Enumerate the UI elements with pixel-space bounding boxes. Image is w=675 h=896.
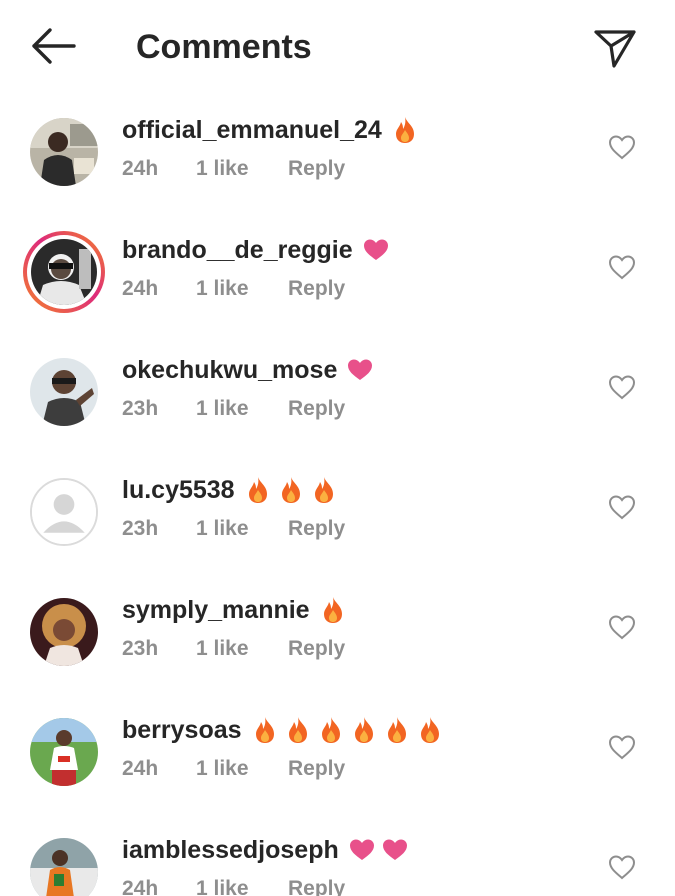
fire-emoji-icon <box>417 716 443 744</box>
comment-time: 24h <box>122 277 159 300</box>
comment-username[interactable]: brando__de_reggie <box>122 232 353 268</box>
heart-outline-icon <box>608 375 636 400</box>
heart-outline-icon <box>608 255 636 280</box>
avatar[interactable] <box>30 718 98 786</box>
fire-emoji-icon <box>384 716 410 744</box>
fire-emoji-icon <box>285 716 311 744</box>
comment-likes[interactable]: 1 like <box>196 154 288 184</box>
page-title: Comments <box>136 28 312 66</box>
comment-time: 24h <box>122 757 159 780</box>
avatar-story[interactable] <box>23 231 105 313</box>
comment-item: lu.cy5538 23h 1 like Reply <box>0 456 675 576</box>
heart-outline-icon <box>608 495 636 520</box>
pink-heart-emoji-icon <box>363 236 389 264</box>
pink-heart-emoji-icon <box>349 836 375 864</box>
fire-emoji-icon <box>252 716 278 744</box>
avatar[interactable] <box>30 838 98 896</box>
comment-username[interactable]: lu.cy5538 <box>122 472 235 508</box>
comment-text <box>349 836 415 864</box>
comment-text <box>252 716 450 744</box>
comment-time: 23h <box>122 397 159 420</box>
fire-emoji-icon <box>311 476 337 504</box>
comment-text <box>392 116 425 144</box>
arrow-left-icon <box>32 28 76 64</box>
fire-emoji-icon <box>318 716 344 744</box>
like-button[interactable] <box>608 734 636 760</box>
comment-likes[interactable]: 1 like <box>196 514 288 544</box>
comment-username[interactable]: official_emmanuel_24 <box>122 112 382 148</box>
heart-outline-icon <box>608 735 636 760</box>
comment-username[interactable]: iamblessedjoseph <box>122 832 339 868</box>
comment-time: 24h <box>122 877 159 896</box>
comment-likes[interactable]: 1 like <box>196 874 288 896</box>
reply-button[interactable]: Reply <box>288 754 345 784</box>
reply-button[interactable]: Reply <box>288 874 345 896</box>
fire-emoji-icon <box>320 596 346 624</box>
top-bar: Comments <box>0 0 675 96</box>
comment-username[interactable]: symply_mannie <box>122 592 310 628</box>
reply-button[interactable]: Reply <box>288 274 345 304</box>
comment-item: symply_mannie 23h 1 like Reply <box>0 576 675 696</box>
comment-list[interactable]: official_emmanuel_24 24h 1 like Reply br… <box>0 96 675 896</box>
comment-text <box>363 236 396 264</box>
comment-item: official_emmanuel_24 24h 1 like Reply <box>0 96 675 216</box>
reply-button[interactable]: Reply <box>288 634 345 664</box>
fire-emoji-icon <box>245 476 271 504</box>
avatar[interactable] <box>30 118 98 186</box>
like-button[interactable] <box>608 134 636 160</box>
like-button[interactable] <box>608 614 636 640</box>
like-button[interactable] <box>608 854 636 880</box>
comment-item: berrysoas 24h 1 like Reply <box>0 696 675 816</box>
comment-username[interactable]: okechukwu_mose <box>122 352 337 388</box>
share-button[interactable] <box>590 24 640 70</box>
heart-outline-icon <box>608 855 636 880</box>
heart-outline-icon <box>608 615 636 640</box>
comment-text <box>320 596 353 624</box>
reply-button[interactable]: Reply <box>288 154 345 184</box>
pink-heart-emoji-icon <box>347 356 373 384</box>
avatar[interactable] <box>30 358 98 426</box>
paper-plane-icon <box>594 30 636 68</box>
comment-likes[interactable]: 1 like <box>196 394 288 424</box>
comment-item: brando__de_reggie 24h 1 like Reply <box>0 216 675 336</box>
comment-time: 23h <box>122 637 159 660</box>
heart-outline-icon <box>608 135 636 160</box>
comment-item: iamblessedjoseph 24h 1 like Reply <box>0 816 675 896</box>
comment-username[interactable]: berrysoas <box>122 712 242 748</box>
comment-text <box>245 476 344 504</box>
comment-text <box>347 356 380 384</box>
like-button[interactable] <box>608 254 636 280</box>
reply-button[interactable]: Reply <box>288 394 345 424</box>
like-button[interactable] <box>608 374 636 400</box>
comment-likes[interactable]: 1 like <box>196 754 288 784</box>
avatar[interactable] <box>30 598 98 666</box>
comment-likes[interactable]: 1 like <box>196 274 288 304</box>
pink-heart-emoji-icon <box>382 836 408 864</box>
fire-emoji-icon <box>278 476 304 504</box>
fire-emoji-icon <box>351 716 377 744</box>
default-avatar-icon[interactable] <box>30 478 98 546</box>
comment-time: 23h <box>122 517 159 540</box>
comment-likes[interactable]: 1 like <box>196 634 288 664</box>
like-button[interactable] <box>608 494 636 520</box>
comment-item: okechukwu_mose 23h 1 like Reply <box>0 336 675 456</box>
fire-emoji-icon <box>392 116 418 144</box>
reply-button[interactable]: Reply <box>288 514 345 544</box>
comment-time: 24h <box>122 157 159 180</box>
back-button[interactable] <box>28 26 78 66</box>
